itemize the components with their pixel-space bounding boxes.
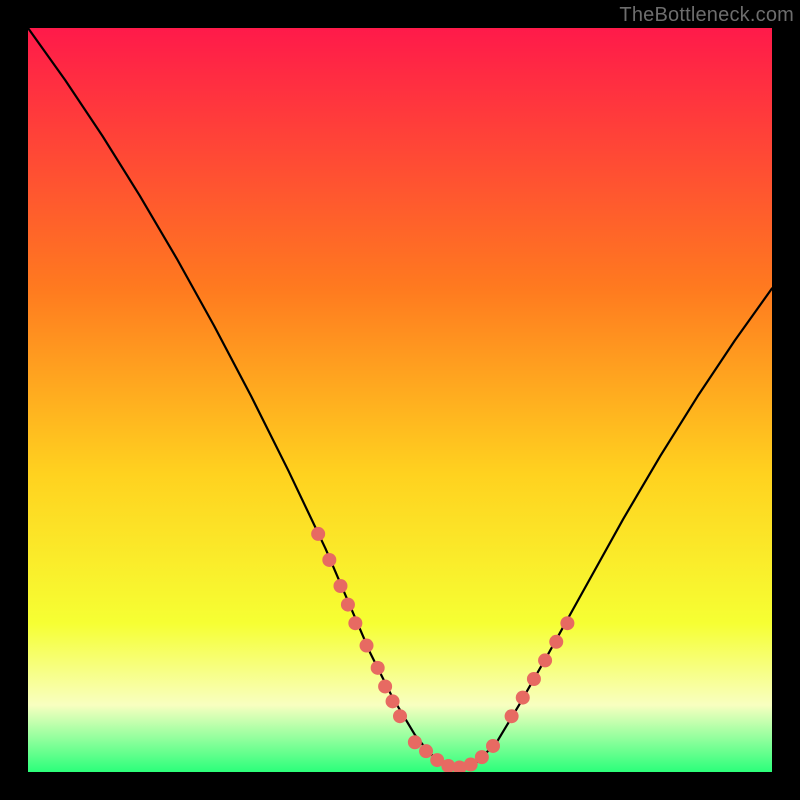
marker-dot: [378, 679, 392, 693]
marker-dot: [393, 709, 407, 723]
marker-dot: [386, 694, 400, 708]
marker-dot: [341, 598, 355, 612]
marker-dot: [475, 750, 489, 764]
marker-dot: [333, 579, 347, 593]
marker-dot: [505, 709, 519, 723]
marker-dot: [419, 744, 433, 758]
marker-dot: [348, 616, 362, 630]
chart-svg: [28, 28, 772, 772]
marker-dot: [538, 653, 552, 667]
plot-area: [28, 28, 772, 772]
marker-dot: [311, 527, 325, 541]
marker-dot: [360, 639, 374, 653]
marker-dot: [527, 672, 541, 686]
marker-dot: [322, 553, 336, 567]
watermark-text: TheBottleneck.com: [619, 4, 794, 27]
marker-dot: [560, 616, 574, 630]
marker-dot: [549, 635, 563, 649]
marker-dot: [486, 739, 500, 753]
marker-dot: [408, 735, 422, 749]
marker-dot: [516, 691, 530, 705]
marker-dot: [371, 661, 385, 675]
chart-frame: TheBottleneck.com: [0, 0, 800, 800]
gradient-background: [28, 28, 772, 772]
